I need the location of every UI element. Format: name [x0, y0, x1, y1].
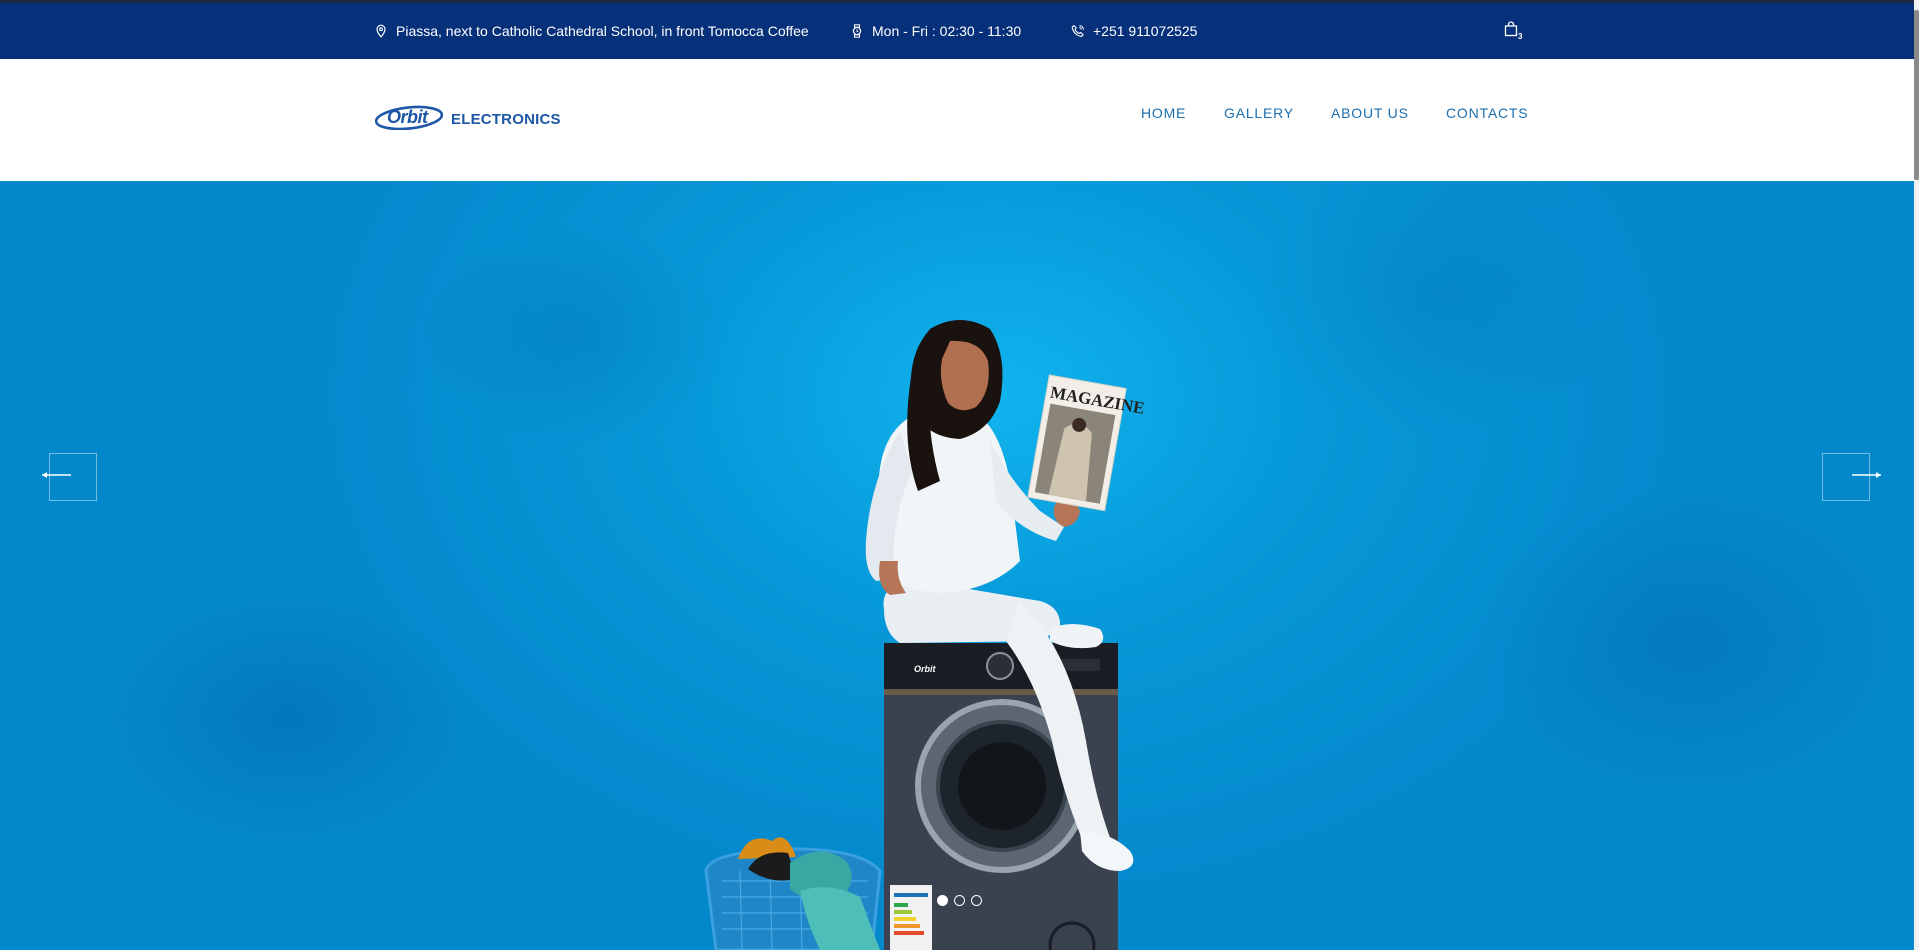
nav-contacts[interactable]: CONTACTS	[1446, 105, 1528, 121]
laundry-basket	[704, 837, 882, 950]
slide-dot-3[interactable]	[971, 895, 982, 906]
logo-subtitle: ELECTRONICS	[451, 110, 561, 128]
address-text: Piassa, next to Catholic Cathedral Schoo…	[396, 23, 809, 39]
logo-brand: Orbit	[387, 107, 428, 127]
location-pin-icon	[376, 24, 386, 38]
washer-brand-label: Orbit	[914, 664, 937, 674]
logo-mark: Orbit	[375, 104, 445, 130]
nav-home[interactable]: HOME	[1141, 105, 1186, 121]
cart-button[interactable]: 3	[1503, 21, 1527, 45]
watch-icon	[852, 24, 862, 38]
nav-about-us[interactable]: ABOUT US	[1331, 105, 1409, 121]
arrow-left-icon	[42, 472, 71, 478]
hero-image: Orbit MAGAZINE	[704, 320, 1146, 950]
prev-slide-button[interactable]	[42, 453, 97, 501]
slider-dots	[937, 895, 982, 906]
hours-text: Mon - Fri : 02:30 - 11:30	[872, 23, 1022, 39]
info-bar: Piassa, next to Catholic Cathedral Schoo…	[0, 3, 1919, 59]
page-scrollbar-thumb[interactable]	[1914, 10, 1919, 180]
phone-text[interactable]: +251 911072525	[1093, 23, 1197, 39]
hero-slider: Orbit MAGAZINE	[0, 181, 1919, 950]
hours-item: Mon - Fri : 02:30 - 11:30	[850, 3, 1021, 59]
magazine-prop: MAGAZINE	[1027, 374, 1146, 512]
arrow-right-icon	[1852, 472, 1881, 478]
next-slide-button[interactable]	[1822, 453, 1881, 501]
phone-icon	[1071, 24, 1084, 37]
address-item: Piassa, next to Catholic Cathedral Schoo…	[374, 3, 809, 59]
site-header: Orbit ELECTRONICS HOME GALLERY ABOUT US …	[0, 59, 1919, 181]
slide-dot-2[interactable]	[954, 895, 965, 906]
shopping-bag-icon	[1504, 21, 1518, 37]
slide-dot-1[interactable]	[937, 895, 948, 906]
logo[interactable]: Orbit ELECTRONICS	[375, 104, 561, 130]
phone-item[interactable]: +251 911072525	[1071, 3, 1197, 59]
cart-count-badge: 3	[1518, 32, 1523, 41]
nav-gallery[interactable]: GALLERY	[1224, 105, 1294, 121]
